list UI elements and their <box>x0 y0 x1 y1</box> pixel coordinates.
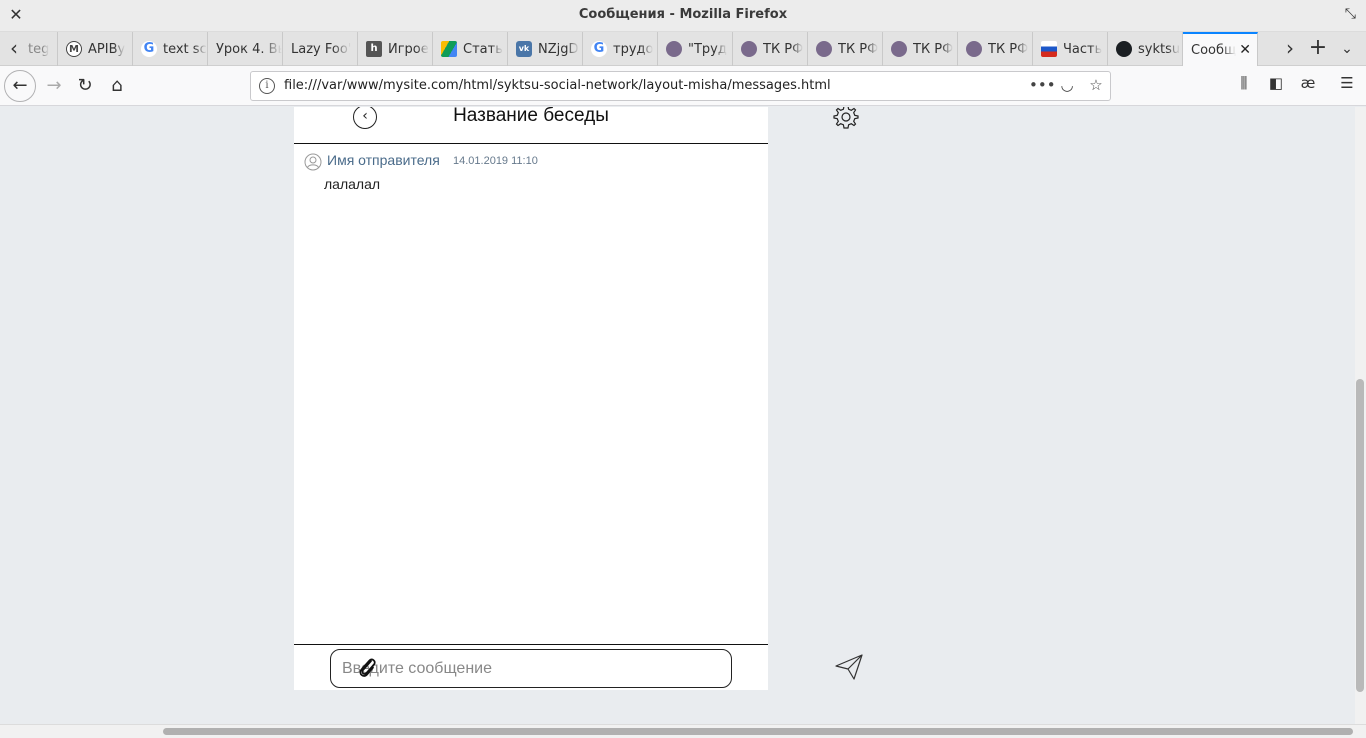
message-compose-bar <box>294 644 768 690</box>
vk-favicon-icon: vk <box>516 41 532 57</box>
chat-title: Название беседы <box>453 107 609 126</box>
tab-scroll-right-icon[interactable]: › <box>1276 32 1304 66</box>
tab-label: Стать <box>463 41 503 57</box>
message-input[interactable] <box>330 649 732 688</box>
google-favicon-icon: G <box>591 41 607 57</box>
bookmark-star-icon[interactable]: ☆ <box>1086 76 1106 94</box>
message-timestamp: 14.01.2019 11:10 <box>453 155 538 167</box>
page-viewport: ‹ Название беседы Имя отправителя 14.01.… <box>0 107 1355 724</box>
extension-ae-icon[interactable]: æ <box>1296 74 1320 92</box>
tab-item[interactable]: M APIBy <box>58 32 133 66</box>
avatar-favicon-icon <box>666 41 682 57</box>
home-icon[interactable]: ⌂ <box>102 71 132 101</box>
user-avatar-icon <box>304 153 322 171</box>
window-titlebar: ✕ Сообщения - Mozilla Firefox ⤡ <box>0 0 1366 32</box>
settings-gear-icon[interactable] <box>833 107 859 130</box>
chat-panel: ‹ Название беседы Имя отправителя 14.01.… <box>294 107 768 690</box>
page-actions-icon[interactable]: ••• <box>1029 76 1056 94</box>
tab-label: Часть <box>1063 41 1103 57</box>
tab-label: Сообщ <box>1191 42 1237 58</box>
tab-item[interactable]: vk NZjgD <box>508 32 583 66</box>
tab-label: ТК РФ <box>913 41 954 57</box>
window-restore-icon[interactable]: ⤡ <box>1345 6 1356 22</box>
google-favicon-icon: G <box>141 41 157 57</box>
vertical-scrollbar[interactable] <box>1355 107 1366 724</box>
window-title: Сообщения - Mozilla Firefox <box>578 7 788 22</box>
url-bar[interactable]: i file:///var/www/mysite.com/html/syktsu… <box>250 71 1111 101</box>
m-favicon-icon: M <box>66 41 82 57</box>
site-info-icon[interactable]: i <box>259 78 275 94</box>
tab-label: APIBy <box>88 41 126 57</box>
avatar-favicon-icon <box>891 41 907 57</box>
tab-item[interactable]: "Труд <box>658 32 733 66</box>
tab-item[interactable]: ТК РФ <box>733 32 808 66</box>
send-paper-plane-icon[interactable] <box>835 654 863 680</box>
sidebar-icon[interactable]: ◧ <box>1264 74 1288 92</box>
drive-favicon-icon <box>441 41 457 57</box>
tab-scroll-left-icon[interactable]: ‹ <box>0 32 28 66</box>
tab-item[interactable]: ТК РФ <box>808 32 883 66</box>
h-favicon-icon: h <box>366 41 382 57</box>
paperclip-attach-icon[interactable] <box>356 655 378 679</box>
back-arrow-icon[interactable]: ← <box>4 70 36 102</box>
tab-item[interactable]: Часть <box>1033 32 1108 66</box>
vertical-scrollbar-thumb[interactable] <box>1356 379 1364 692</box>
tab-item-active[interactable]: Сообщ ✕ <box>1183 32 1258 66</box>
avatar-favicon-icon <box>741 41 757 57</box>
tab-item[interactable]: Стать <box>433 32 508 66</box>
tab-label: teg <box>28 41 50 57</box>
flag-favicon-icon <box>1041 41 1057 57</box>
horizontal-scrollbar[interactable] <box>0 724 1366 738</box>
tab-label: Игрое <box>388 41 429 57</box>
chat-header: ‹ Название беседы <box>294 107 768 144</box>
message-text: лалалал <box>324 176 381 192</box>
tab-item[interactable]: Lazy Foo' <box>283 32 358 66</box>
tab-label: NZjgD <box>538 41 579 57</box>
reload-icon[interactable]: ↻ <box>70 71 100 101</box>
tab-label: text sc <box>163 41 207 57</box>
horizontal-scrollbar-thumb[interactable] <box>163 728 1353 735</box>
tab-strip: ‹ teg M APIBy Gtext sc Урок 4. Вы Lazy Fo… <box>0 32 1366 66</box>
tab-label: ТК РФ <box>763 41 804 57</box>
library-icon[interactable]: ⫼ <box>1232 74 1256 92</box>
avatar-favicon-icon <box>966 41 982 57</box>
url-text[interactable]: file:///var/www/mysite.com/html/syktsu-s… <box>284 78 831 93</box>
tab-label: ТК РФ <box>988 41 1029 57</box>
pocket-icon[interactable]: ◡ <box>1057 76 1077 94</box>
message-sender-name[interactable]: Имя отправителя <box>327 152 440 168</box>
tab-item[interactable]: teg <box>28 32 58 66</box>
tab-label: Lazy Foo' <box>291 41 352 57</box>
github-favicon-icon <box>1116 41 1132 57</box>
tab-list-container: teg M APIBy Gtext sc Урок 4. Вы Lazy Foo'… <box>28 32 1258 66</box>
tab-item[interactable]: h Игрое <box>358 32 433 66</box>
navigation-toolbar: ← → ↻ ⌂ i file:///var/www/mysite.com/htm… <box>0 66 1366 106</box>
tab-label: трудо <box>613 41 654 57</box>
tab-item[interactable]: Урок 4. Вы <box>208 32 283 66</box>
tab-item[interactable]: syktsu <box>1108 32 1183 66</box>
new-tab-icon[interactable]: + <box>1306 32 1330 66</box>
forward-arrow-icon[interactable]: → <box>39 71 69 101</box>
tab-list-chevron-down-icon[interactable]: ⌄ <box>1336 32 1358 66</box>
tab-item[interactable]: ТК РФ <box>883 32 958 66</box>
tab-close-icon[interactable]: ✕ <box>1239 42 1251 58</box>
tab-item[interactable]: Gtext sc <box>133 32 208 66</box>
tab-label: Урок 4. Вы <box>216 41 282 57</box>
tab-item[interactable]: Gтрудо <box>583 32 658 66</box>
tab-label: syktsu <box>1138 41 1181 57</box>
avatar-favicon-icon <box>816 41 832 57</box>
tab-label: "Труд <box>688 41 727 57</box>
tab-item[interactable]: ТК РФ <box>958 32 1033 66</box>
menu-hamburger-icon[interactable]: ☰ <box>1335 74 1359 92</box>
tab-label: ТК РФ <box>838 41 879 57</box>
